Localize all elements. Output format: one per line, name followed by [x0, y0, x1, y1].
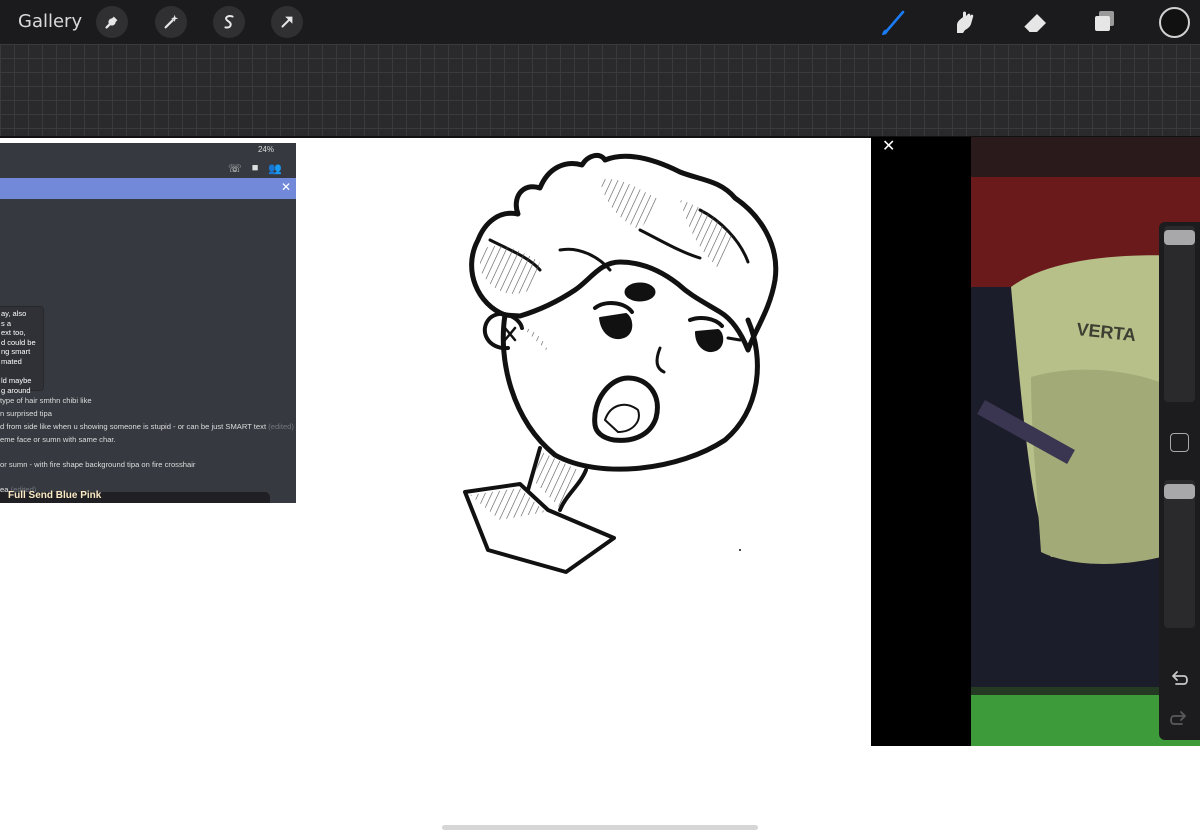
chat-message: type of hair smthn chibi like — [0, 396, 92, 405]
brush-size-thumb[interactable] — [1164, 230, 1195, 245]
chat-message: eme face or sumn with same char. — [0, 434, 116, 444]
chat-message: n surprised tipa — [0, 408, 52, 418]
bubble-line: ng smart — [1, 347, 31, 357]
layers-icon — [1095, 11, 1114, 31]
bubble-line: d could be — [1, 337, 36, 347]
brush-sidebar — [1159, 222, 1200, 740]
magic-wand-icon — [164, 14, 179, 29]
chat-banner: ✕ — [0, 178, 296, 199]
chat-image-preview: Full Send Blue Pink — [0, 490, 270, 503]
chat-message: d from side like when u showing someone … — [0, 421, 294, 431]
smudge-icon — [957, 11, 974, 33]
procreate-app: Gallery 24% ☏ ■ 👥 ✕ ay, also s a ext too… — [0, 0, 1200, 838]
brush-opacity-slider[interactable] — [1164, 480, 1195, 628]
adjustments-button[interactable] — [155, 6, 187, 38]
color-picker[interactable] — [1159, 7, 1190, 38]
brush-opacity-thumb[interactable] — [1164, 484, 1195, 499]
chat-message-gap — [0, 472, 296, 484]
bubble-line: g around — [1, 385, 31, 395]
eraser-icon — [1023, 14, 1046, 33]
reference-screenshot-chat[interactable]: 24% ☏ ■ 👥 ✕ ay, also s a ext too, d coul… — [0, 143, 296, 503]
transform-arrow-icon — [281, 16, 293, 28]
bubble-line: mated — [1, 356, 22, 366]
brush-icon — [882, 10, 905, 35]
undo-icon[interactable] — [1168, 668, 1190, 690]
bubble-line: ay, also — [1, 309, 27, 318]
chat-bubble: ay, also s a ext too, d could be ng smar… — [0, 306, 44, 395]
layers-tool[interactable] — [1088, 5, 1122, 39]
home-indicator[interactable] — [442, 825, 758, 830]
selection-s-icon — [224, 15, 234, 29]
video-call-icon: ■ — [251, 162, 259, 174]
eraser-tool[interactable] — [1018, 5, 1052, 39]
transform-button[interactable] — [271, 6, 303, 38]
brush-tool[interactable] — [877, 5, 911, 39]
close-video-button[interactable]: ✕ — [882, 137, 895, 156]
actions-button[interactable] — [96, 6, 128, 38]
banner-close-icon: ✕ — [280, 180, 291, 194]
selection-button[interactable] — [213, 6, 245, 38]
members-icon: 👥 — [268, 163, 283, 175]
top-toolbar: Gallery — [0, 0, 1200, 44]
preview-text: Full Send Blue Pink — [8, 490, 102, 501]
chat-header-icons: ☏ ■ 👥 — [228, 162, 282, 175]
reference-video-window[interactable]: ✕ VERTA — [871, 137, 1200, 746]
modify-button[interactable] — [1170, 433, 1189, 452]
redo-icon[interactable] — [1168, 708, 1190, 730]
bubble-line — [1, 367, 39, 377]
canvas-background-grid — [0, 44, 1200, 137]
smudge-tool[interactable] — [947, 5, 981, 39]
chat-message-gap — [0, 447, 296, 459]
bubble-line: ext too, — [1, 328, 26, 338]
chat-message-list: type of hair smthn chibi like n surprise… — [0, 395, 296, 496]
brush-size-slider[interactable] — [1164, 226, 1195, 402]
phone-icon: ☏ — [228, 163, 242, 175]
wrench-icon — [105, 16, 118, 29]
bubble-line: s a — [1, 318, 12, 328]
bubble-line: ld maybe — [1, 376, 32, 386]
battery-status: 24% — [257, 145, 274, 154]
chat-message: or sumn - with fire shape background tip… — [0, 459, 196, 469]
gallery-button[interactable]: Gallery — [18, 11, 82, 32]
